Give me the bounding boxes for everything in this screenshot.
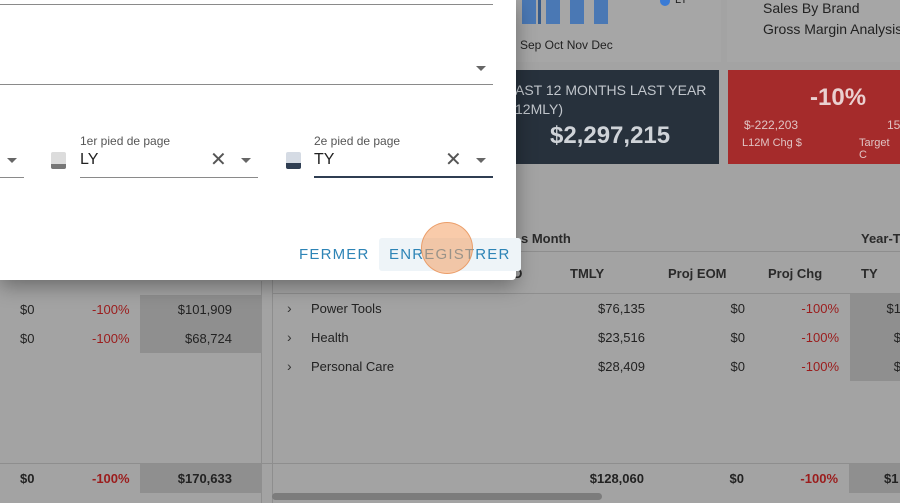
cell-tmly: $23,516 xyxy=(598,330,645,345)
kpi-change-value: $-222,203 xyxy=(744,118,799,132)
totals-row: $0 -100% $170,633 $128,060 $0 -100% $1 xyxy=(0,463,900,493)
close-button[interactable]: FERMER xyxy=(289,238,380,271)
chevron-down-icon[interactable] xyxy=(476,158,486,163)
chevron-down-icon[interactable] xyxy=(476,66,486,71)
bar-sep xyxy=(522,0,536,24)
field-underline xyxy=(0,4,493,5)
kpi-change-percent: -10% xyxy=(810,84,867,111)
col-header-proj-chg[interactable]: Proj Chg xyxy=(768,266,822,281)
table-row: $0 -100% $68,724 xyxy=(0,324,262,353)
col-header-ty[interactable]: TY xyxy=(861,266,878,281)
footer-settings-dialog: 1er pied de page LY ✕ 2e pied de page TY… xyxy=(0,0,521,280)
field-underline-active xyxy=(314,176,493,178)
cell-tmly: $28,409 xyxy=(598,359,645,374)
table-row[interactable]: › Health $23,516 $0 -100% $ xyxy=(273,323,900,352)
cell: $0 xyxy=(20,331,35,346)
cell: $68,724 xyxy=(140,324,262,353)
cell: -100% xyxy=(92,331,130,346)
kpi-last-12-months-card: AST 12 MONTHS LAST YEAR 12MLY) $2,297,21… xyxy=(515,70,719,164)
cell-ty: $ xyxy=(893,330,900,345)
footer1-label: 1er pied de page xyxy=(80,134,171,148)
col-header-proj-eom[interactable]: Proj EOM xyxy=(668,266,727,281)
legend-ly-label: LY xyxy=(675,0,688,6)
cell-ty-bg xyxy=(850,352,900,381)
footer2-label: 2e pied de page xyxy=(314,134,401,148)
total-proj-chg: -100% xyxy=(800,471,838,486)
total-cell: $170,633 xyxy=(140,464,262,493)
table-row: $0 -100% $101,909 xyxy=(0,295,262,324)
cell-tmly: $76,135 xyxy=(598,301,645,316)
cell-proj-chg: -100% xyxy=(801,301,839,316)
kpi-target-value: 15 xyxy=(887,118,900,132)
total-ty: $1 xyxy=(884,471,899,486)
col-header-tmly[interactable]: TMLY xyxy=(570,266,604,281)
total-proj-eom: $0 xyxy=(729,471,744,486)
chart-month-labels: Sep Oct Nov Dec xyxy=(520,38,613,52)
footer-icon xyxy=(51,152,66,169)
kpi-label: AST 12 MONTHS LAST YEAR xyxy=(515,82,707,98)
footer-icon xyxy=(286,152,301,169)
row-name: Health xyxy=(311,330,349,345)
cell-proj-chg: -100% xyxy=(801,330,839,345)
chevron-down-icon[interactable] xyxy=(241,158,251,163)
group-header-ytd: Year-T xyxy=(861,231,900,246)
row-name: Power Tools xyxy=(311,301,382,316)
total-tmly: $128,060 xyxy=(589,471,644,486)
field-underline xyxy=(0,177,24,178)
field-underline xyxy=(80,177,258,178)
cell: $101,909 xyxy=(140,295,262,324)
cell-ty: $ xyxy=(893,359,900,374)
clear-icon[interactable]: ✕ xyxy=(210,150,227,170)
clear-icon[interactable]: ✕ xyxy=(445,150,462,170)
total-cell: -100% xyxy=(92,471,130,486)
total-cell: $0 xyxy=(20,471,35,486)
footer1-value[interactable]: LY xyxy=(80,151,98,169)
cell-proj-chg: -100% xyxy=(801,359,839,374)
horizontal-scrollbar[interactable] xyxy=(272,493,602,500)
kpi-label-2: 12MLY) xyxy=(515,101,563,117)
footer2-value[interactable]: TY xyxy=(314,151,334,169)
menu-sales-by-brand[interactable]: Sales By Brand xyxy=(763,0,860,16)
cell-ty-bg xyxy=(850,323,900,352)
cell-proj-eom: $0 xyxy=(730,330,745,345)
monthly-bar-chart xyxy=(520,0,620,24)
bar-nov xyxy=(570,0,584,24)
field-underline xyxy=(0,84,493,85)
expand-chevron-icon[interactable]: › xyxy=(287,300,292,316)
click-indicator xyxy=(421,222,473,274)
bar-sep-ly xyxy=(538,0,541,24)
bar-oct xyxy=(546,0,560,24)
table-row[interactable]: › Personal Care $28,409 $0 -100% $ xyxy=(273,352,900,381)
cell: $0 xyxy=(20,302,35,317)
kpi-change-label: L12M Chg $ xyxy=(742,137,802,149)
cell: -100% xyxy=(92,302,130,317)
row-name: Personal Care xyxy=(311,359,395,374)
kpi-value: $2,297,215 xyxy=(550,122,671,149)
expand-chevron-icon[interactable]: › xyxy=(287,358,292,374)
cell-ty: $1 xyxy=(886,301,900,316)
cell-proj-eom: $0 xyxy=(730,301,745,316)
expand-chevron-icon[interactable]: › xyxy=(287,329,292,345)
menu-gross-margin-analysis[interactable]: Gross Margin Analysis xyxy=(763,21,900,37)
kpi-change-card: -10% $-222,203 L12M Chg $ 15 Target C xyxy=(728,70,900,164)
cell-proj-eom: $0 xyxy=(730,359,745,374)
table-row[interactable]: › Power Tools $76,135 $0 -100% $1 xyxy=(273,294,900,323)
kpi-target-label: Target C xyxy=(859,137,890,161)
group-header-month: s Month xyxy=(521,231,571,246)
bar-dec xyxy=(594,0,608,24)
chevron-down-icon[interactable] xyxy=(7,158,17,163)
